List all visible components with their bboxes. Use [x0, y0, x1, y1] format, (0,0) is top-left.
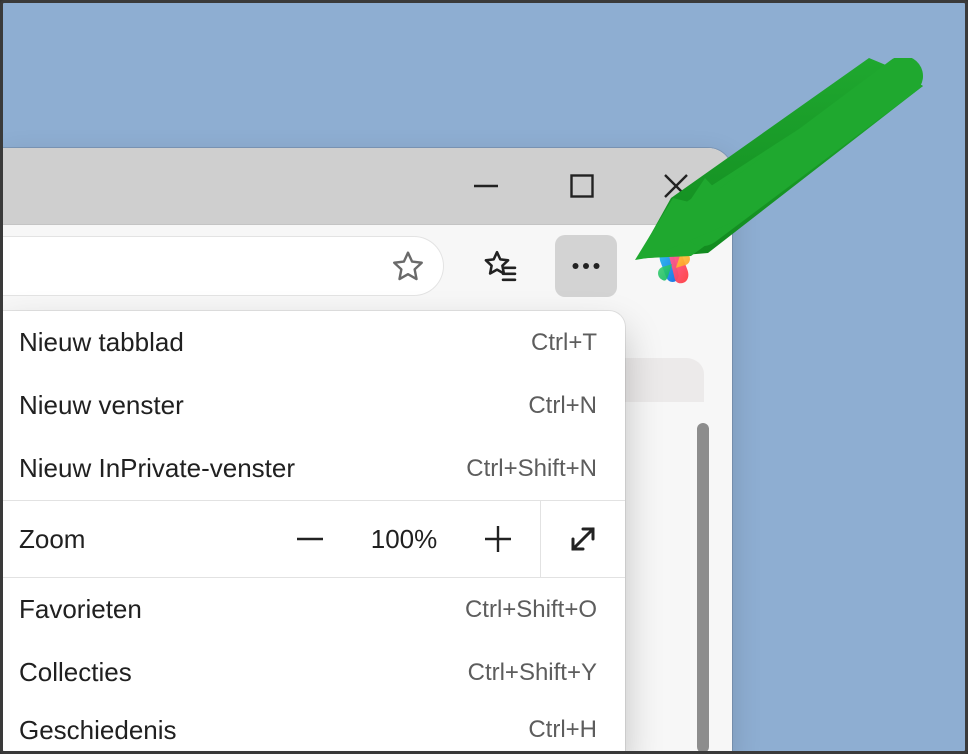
- title-bar: [3, 148, 732, 225]
- minimize-icon: [473, 173, 499, 199]
- menu-item-shortcut: Ctrl+Shift+O: [465, 596, 597, 624]
- maximize-icon: [570, 174, 594, 198]
- menu-item-shortcut: Ctrl+N: [528, 392, 597, 420]
- menu-item-shortcut: Ctrl+Shift+Y: [468, 659, 597, 687]
- menu-item-shortcut: Ctrl+Shift+N: [466, 455, 597, 483]
- menu-item-label: Nieuw InPrivate-venster: [19, 453, 295, 484]
- menu-item-collections[interactable]: Collecties Ctrl+Shift+Y: [3, 641, 625, 704]
- zoom-row: Zoom 100%: [3, 500, 625, 578]
- menu-item-new-tab[interactable]: Nieuw tabblad Ctrl+T: [3, 311, 625, 374]
- plus-icon: [483, 524, 513, 554]
- browser-toolbar: [3, 225, 732, 305]
- zoom-out-button[interactable]: [268, 500, 352, 578]
- menu-item-label: Geschiedenis: [19, 715, 177, 746]
- menu-item-new-inprivate[interactable]: Nieuw InPrivate-venster Ctrl+Shift+N: [3, 437, 625, 500]
- viewport: Nieuw tabblad Ctrl+T Nieuw venster Ctrl+…: [0, 0, 968, 754]
- menu-item-label: Nieuw venster: [19, 390, 184, 421]
- minimize-button[interactable]: [440, 148, 532, 224]
- copilot-button[interactable]: [643, 235, 705, 297]
- edge-browser-window: Nieuw tabblad Ctrl+T Nieuw venster Ctrl+…: [3, 148, 732, 754]
- content-scrollbar[interactable]: [697, 423, 709, 753]
- menu-item-label: Collecties: [19, 657, 132, 688]
- menu-item-label: Nieuw tabblad: [19, 327, 184, 358]
- close-icon: [663, 173, 689, 199]
- menu-item-history[interactable]: Geschiedenis Ctrl+H: [3, 704, 625, 754]
- minus-icon: [295, 524, 325, 554]
- menu-item-favorites[interactable]: Favorieten Ctrl+Shift+O: [3, 578, 625, 641]
- settings-and-more-button[interactable]: [555, 235, 617, 297]
- zoom-label: Zoom: [19, 524, 268, 555]
- menu-item-shortcut: Ctrl+H: [528, 716, 597, 744]
- close-button[interactable]: [630, 148, 722, 224]
- fullscreen-button[interactable]: [540, 500, 625, 578]
- maximize-button[interactable]: [536, 148, 628, 224]
- zoom-value: 100%: [352, 524, 456, 555]
- menu-item-label: Favorieten: [19, 594, 142, 625]
- fullscreen-icon: [568, 524, 598, 554]
- menu-item-new-window[interactable]: Nieuw venster Ctrl+N: [3, 374, 625, 437]
- settings-and-more-menu: Nieuw tabblad Ctrl+T Nieuw venster Ctrl+…: [3, 311, 625, 754]
- favorites-button[interactable]: [469, 235, 531, 297]
- favorites-list-icon: [482, 248, 518, 284]
- star-icon[interactable]: [391, 249, 425, 283]
- copilot-icon: [651, 243, 697, 289]
- address-bar[interactable]: [3, 237, 443, 295]
- menu-item-shortcut: Ctrl+T: [531, 329, 597, 357]
- zoom-in-button[interactable]: [456, 500, 540, 578]
- more-horizontal-icon: [568, 248, 604, 284]
